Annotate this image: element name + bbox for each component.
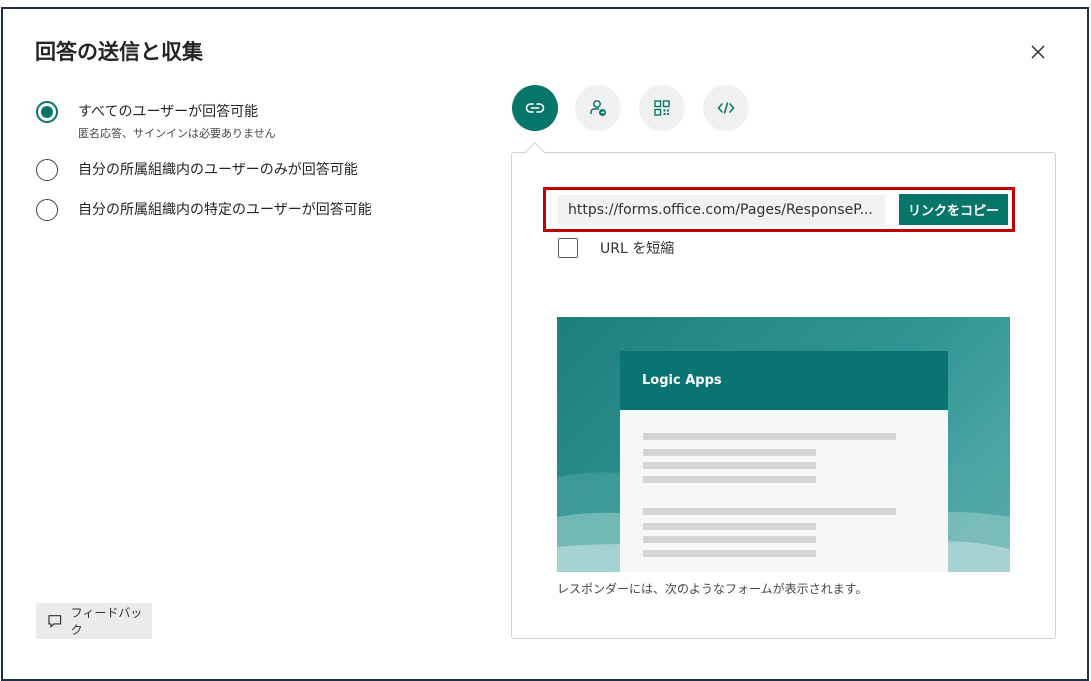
share-url-field[interactable]: https://forms.office.com/Pages/ResponseP… [558,195,885,225]
shorten-url-label: URL を短縮 [600,241,675,257]
placeholder-line [643,476,816,483]
tab-link[interactable] [512,85,558,131]
radio-label-org-only: 自分の所属組織内のユーザーのみが回答可能 [78,162,358,178]
comment-icon [48,615,62,628]
dialog-title: 回答の送信と収集 [35,40,203,64]
radio-option-anyone[interactable]: すべてのユーザーが回答可能 匿名応答、サインインは必要ありません [36,101,276,141]
radio-button-specific-users[interactable] [36,199,58,221]
preview-caption: レスポンダーには、次のようなフォームが表示されます。 [557,582,868,596]
close-button[interactable] [1024,38,1052,66]
copy-link-button[interactable]: リンクをコピー [899,194,1008,225]
radio-label-specific-users: 自分の所属組織内の特定のユーザーが回答可能 [78,202,372,218]
feedback-label: フィードバック [70,606,143,637]
form-preview-title: Logic Apps [620,351,948,410]
radio-button-org-only[interactable] [36,159,58,181]
tab-qr-code[interactable] [639,85,685,131]
placeholder-line [643,449,816,456]
radio-option-org-only[interactable]: 自分の所属組織内のユーザーのみが回答可能 [36,159,358,181]
tab-invite[interactable] [575,85,621,131]
placeholder-line [643,433,896,440]
tab-embed[interactable] [703,85,749,131]
invite-person-icon [590,100,606,116]
radio-button-anyone[interactable] [36,101,58,123]
placeholder-line [643,550,816,557]
radio-label-anyone: すべてのユーザーが回答可能 [78,104,259,120]
qr-code-icon [654,100,670,116]
radio-sublabel-anyone: 匿名応答、サインインは必要ありません [78,127,276,140]
link-icon [525,103,545,113]
close-icon [1031,45,1045,59]
link-highlight-box: https://forms.office.com/Pages/ResponseP… [543,187,1015,232]
placeholder-line [643,508,896,515]
feedback-button[interactable]: フィードバック [36,603,152,639]
form-preview-card: Logic Apps [620,351,948,572]
embed-code-icon [717,102,735,114]
placeholder-line [643,523,816,530]
shorten-url-option[interactable]: URL を短縮 [558,238,674,258]
placeholder-line [643,536,816,543]
placeholder-line [643,462,816,469]
shorten-url-checkbox[interactable] [558,238,578,258]
form-preview-image: Logic Apps [557,317,1010,572]
radio-option-specific-users[interactable]: 自分の所属組織内の特定のユーザーが回答可能 [36,199,372,221]
